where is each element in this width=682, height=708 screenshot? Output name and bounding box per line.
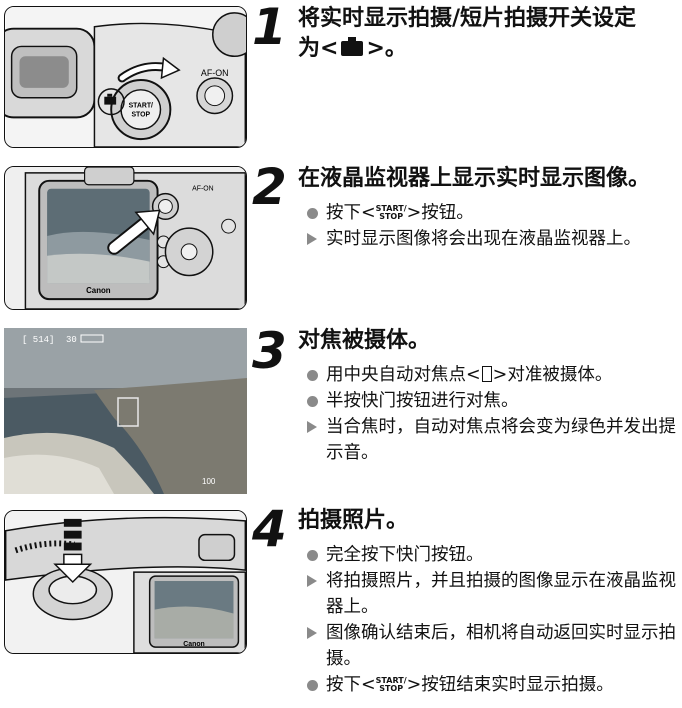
start-stop-label-start: START/ [129,103,153,110]
step2-number: 2 [252,158,287,216]
start-stop-icon: START/STOP [375,676,407,693]
bullet-triangle-icon [307,233,317,245]
bullet-triangle-icon [307,575,317,587]
brand-label-2: Canon [183,641,204,648]
camera-switch-diagram: START/ STOP AF-ON [5,7,246,147]
af-on-label: AF-ON [201,68,229,78]
list-item: 实时显示图像将会出现在液晶监视器上。 [300,226,680,252]
step4-number: 4 [252,500,287,558]
list-item: 将拍摄照片，并且拍摄的图像显示在液晶监视器上。 [300,568,680,620]
camera-icon [341,37,364,56]
step4-list: 完全按下快门按钮。 将拍摄照片，并且拍摄的图像显示在液晶监视器上。 图像确认结束… [300,542,680,698]
list-item: 按下<START/STOP >按钮。 [300,200,680,226]
step1-heading: 将实时显示拍摄/短片拍摄开关设定 为< >。 [298,4,636,64]
list-item: 半按快门按钮进行对焦。 [300,388,680,414]
step2-list: 按下<START/STOP >按钮。 实时显示图像将会出现在液晶监视器上。 [300,200,680,252]
bullet-dot-icon [306,369,318,381]
list-item: 图像确认结束后，相机将自动返回实时显示拍摄。 [300,620,680,672]
start-stop-icon: START/STOP [375,204,407,221]
list-item: 按下<START/STOP >按钮结束实时显示拍摄。 [300,672,680,698]
bullet-dot-icon [306,679,318,691]
af-point-icon [481,366,492,382]
step3-illustration: [ 514] 30 100 [4,328,247,494]
exposure-readout: 30 [66,335,77,345]
list-item: 用中央自动对焦点< >对准被摄体。 [300,362,680,388]
af-on-label-2: AF-ON [192,186,213,193]
step2-illustration: Canon AF-ON [4,166,247,310]
step4-heading: 拍摄照片。 [298,508,409,533]
start-stop-label-stop: STOP [131,111,150,118]
step1-illustration: START/ STOP AF-ON [4,6,247,148]
list-item: 当合焦时，自动对焦点将会变为绿色并发出提示音。 [300,414,680,466]
step3-number: 3 [252,322,287,380]
step3-heading: 对焦被摄体。 [298,328,431,353]
live-view-photo: [ 514] 30 100 [4,328,247,494]
step1-heading-line1: 将实时显示拍摄/短片拍摄开关设定 [298,6,637,31]
step1-number: 1 [252,0,287,56]
step2-heading: 在液晶监视器上显示实时显示图像。 [298,166,651,191]
bullet-triangle-icon [307,421,317,433]
step1-heading-line2: 为< >。 [298,34,636,64]
step4-illustration: Canon [4,510,247,654]
step1-heading-prefix: 为< [298,36,339,61]
list-item: 完全按下快门按钮。 [300,542,680,568]
bullet-triangle-icon [307,627,317,639]
bullet-dot-icon [306,207,318,219]
iso-readout: 100 [202,477,216,486]
bullet-dot-icon [306,549,318,561]
step3-list: 用中央自动对焦点< >对准被摄体。 半按快门按钮进行对焦。 当合焦时，自动对焦点将… [300,362,680,466]
shots-remaining: [ 514] [22,335,54,345]
step1-heading-suffix: >。 [366,36,407,61]
bullet-dot-icon [306,395,318,407]
camera-back-diagram: Canon AF-ON [5,167,246,309]
brand-label: Canon [86,286,111,295]
shutter-press-diagram: Canon [5,511,246,653]
